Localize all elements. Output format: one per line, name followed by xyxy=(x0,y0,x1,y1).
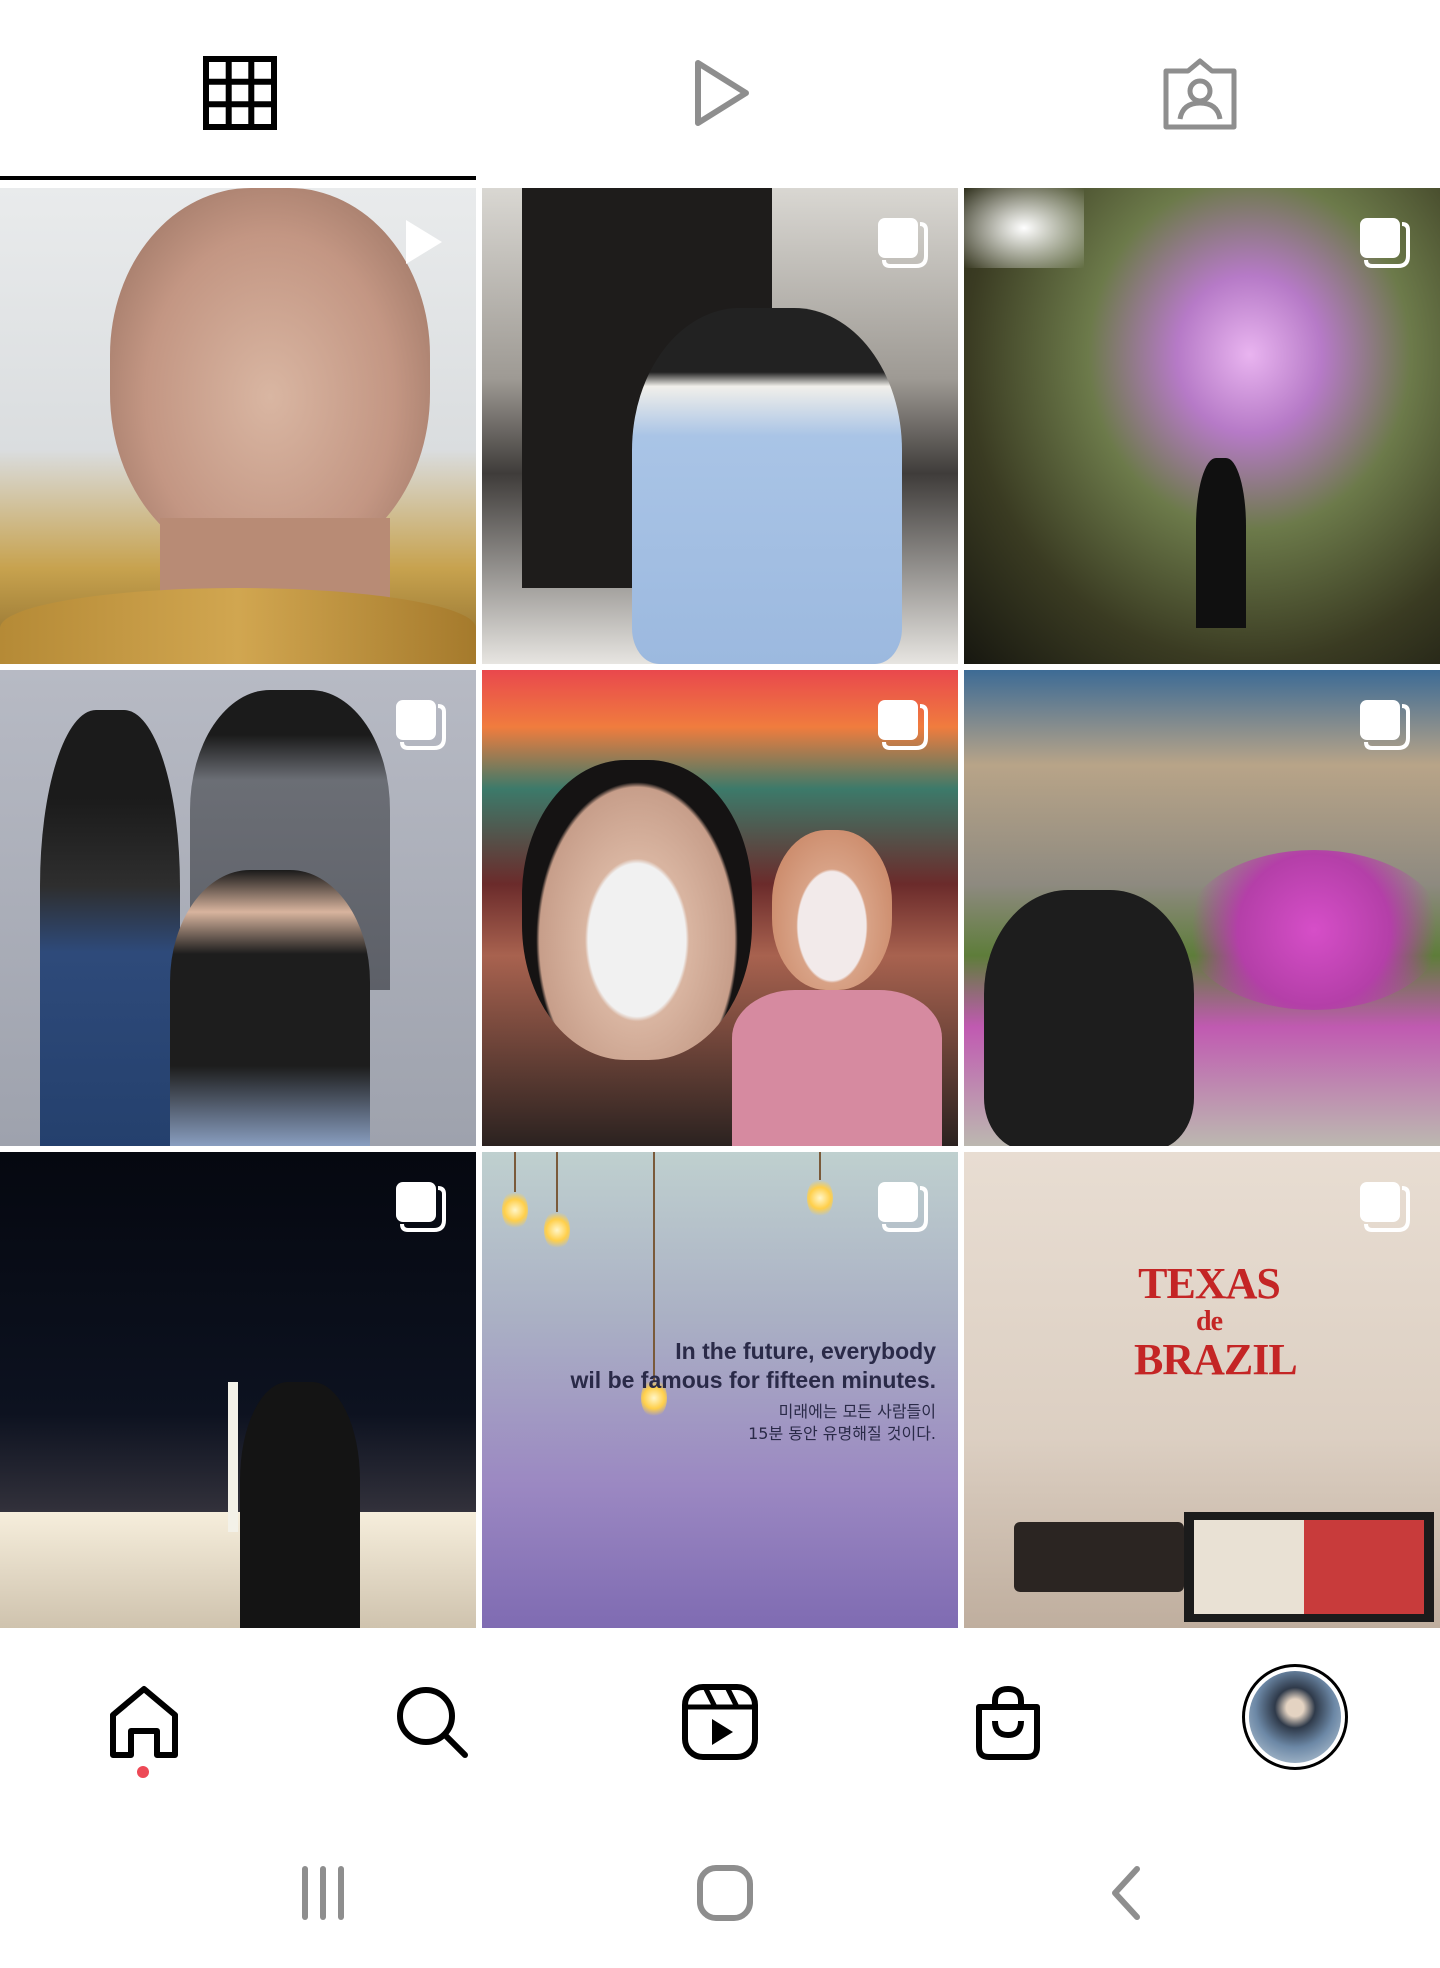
post-image-person xyxy=(772,830,892,990)
post-image-monument xyxy=(228,1382,238,1532)
nav-search-button[interactable] xyxy=(382,1672,482,1772)
post-image-person xyxy=(1196,458,1246,628)
home-notification-dot xyxy=(137,1766,149,1778)
post-image-flowers xyxy=(1184,850,1440,1010)
post-type-badge xyxy=(392,214,448,270)
post-image-bulb xyxy=(502,1190,528,1230)
reels-icon xyxy=(682,1684,758,1760)
search-icon xyxy=(397,1687,468,1758)
carousel-icon xyxy=(1360,700,1410,750)
home-icon xyxy=(110,1686,178,1758)
post-image-wall xyxy=(0,1512,476,1628)
quote-english-line-1: In the future, everybody xyxy=(675,1338,936,1364)
post-tile-video-portrait[interactable] xyxy=(0,188,476,664)
sign-line-1: TEXAS xyxy=(1138,1259,1281,1308)
profile-avatar xyxy=(1249,1671,1341,1763)
post-image-shirt xyxy=(0,588,476,664)
post-image-wire xyxy=(514,1152,516,1192)
quote-korean-line-2: 15분 동안 유명해질 것이다. xyxy=(748,1424,936,1443)
carousel-icon xyxy=(878,700,928,750)
back-chevron-icon xyxy=(1112,1866,1140,1920)
carousel-icon xyxy=(878,1182,928,1232)
nav-home-button[interactable] xyxy=(94,1672,194,1772)
post-tile-quote-wall[interactable]: In the future, everybody wil be famous f… xyxy=(482,1152,958,1628)
post-image-person xyxy=(170,870,370,1146)
selected-tab-indicator xyxy=(0,176,476,180)
profile-content-tabs xyxy=(0,0,1440,186)
post-image-menu-board xyxy=(1184,1512,1434,1622)
post-tile-temple-selfie[interactable] xyxy=(482,670,958,1146)
post-image-face xyxy=(110,188,430,568)
bottom-navigation-bar xyxy=(0,1632,1440,1808)
post-tile-restaurant-sign[interactable]: TEXAS de BRAZIL xyxy=(964,1152,1440,1628)
play-icon xyxy=(406,220,442,264)
nav-reels-button[interactable] xyxy=(670,1672,770,1772)
post-image-wire xyxy=(556,1152,558,1212)
system-navigation-bar xyxy=(0,1808,1440,1968)
post-image-person xyxy=(984,890,1194,1146)
quote-english-line-2: wil be famous for fifteen minutes. xyxy=(570,1367,936,1393)
system-home-button[interactable] xyxy=(680,1848,770,1938)
carousel-icon xyxy=(396,700,446,750)
post-image-wire xyxy=(819,1152,821,1180)
post-tile-store-mirror[interactable] xyxy=(482,188,958,664)
post-tile-group-photo[interactable] xyxy=(0,670,476,1146)
recent-apps-button[interactable] xyxy=(278,1848,368,1938)
post-type-badge xyxy=(392,1178,448,1234)
carousel-icon xyxy=(878,218,928,268)
home-circle-icon xyxy=(697,1865,753,1921)
post-image-table xyxy=(1014,1522,1184,1592)
post-type-badge xyxy=(874,696,930,752)
post-image-person xyxy=(40,710,180,1146)
system-back-button[interactable] xyxy=(1084,1848,1174,1938)
post-image-light xyxy=(964,188,1084,268)
quote-korean-line-1: 미래에는 모든 사람들이 xyxy=(778,1402,936,1421)
tab-tagged[interactable] xyxy=(960,0,1440,186)
tab-reels[interactable] xyxy=(480,0,960,186)
post-image-bulb xyxy=(807,1178,833,1218)
post-tile-mall-garden[interactable] xyxy=(964,670,1440,1146)
menu-board-red-panel xyxy=(1304,1520,1424,1614)
post-type-badge xyxy=(1356,214,1412,270)
carousel-icon xyxy=(1360,218,1410,268)
post-type-badge xyxy=(1356,1178,1412,1234)
post-type-badge xyxy=(392,696,448,752)
post-tile-flower-installation[interactable] xyxy=(964,188,1440,664)
recent-apps-icon xyxy=(302,1866,344,1920)
shopping-bag-icon xyxy=(976,1685,1040,1760)
sign-line-3: BRAZIL xyxy=(1134,1335,1298,1384)
post-quote-text: In the future, everybody wil be famous f… xyxy=(496,1337,936,1445)
play-icon xyxy=(695,60,749,126)
nav-shop-button[interactable] xyxy=(958,1672,1058,1772)
tagged-person-icon xyxy=(1163,58,1237,130)
post-type-badge xyxy=(874,1178,930,1234)
nav-profile-avatar[interactable] xyxy=(1242,1664,1348,1770)
carousel-icon xyxy=(396,1182,446,1232)
post-image-person xyxy=(240,1382,360,1628)
menu-board-panel xyxy=(1194,1520,1424,1614)
post-type-badge xyxy=(874,214,930,270)
post-image-person xyxy=(522,760,752,1060)
sign-line-2: de xyxy=(1196,1306,1223,1337)
posts-grid: In the future, everybody wil be famous f… xyxy=(0,188,1440,1630)
carousel-icon xyxy=(1360,1182,1410,1232)
grid-icon xyxy=(203,56,277,130)
post-tile-night-campus[interactable] xyxy=(0,1152,476,1628)
post-image-shirt xyxy=(732,990,942,1146)
post-type-badge xyxy=(1356,696,1412,752)
restaurant-sign: TEXAS de BRAZIL xyxy=(1134,1259,1298,1384)
post-image-bulb xyxy=(544,1210,570,1250)
tab-posts-grid[interactable] xyxy=(0,0,480,186)
post-image-person xyxy=(632,308,902,664)
